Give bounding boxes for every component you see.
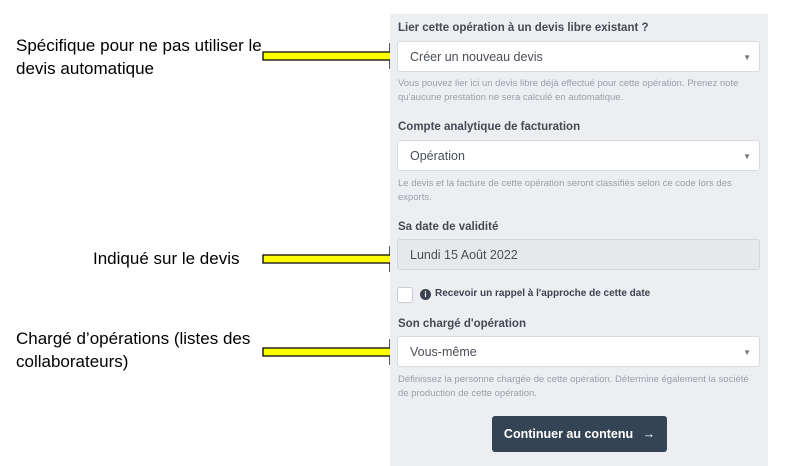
devis-select[interactable]: Créer un nouveau devis ▼ xyxy=(397,41,760,72)
info-icon: i xyxy=(420,289,431,300)
rappel-checkbox[interactable] xyxy=(397,287,413,303)
compte-select-value: Opération xyxy=(410,149,465,163)
devis-help-text: Vous pouvez lier ici un devis libre déjà… xyxy=(398,78,739,103)
chevron-down-icon: ▼ xyxy=(743,152,751,161)
arrow-right-icon: → xyxy=(642,427,656,441)
chevron-down-icon: ▼ xyxy=(743,348,751,357)
annotation-charge-note: Chargé d’opérations (listes des collabor… xyxy=(16,329,251,371)
devis-select-value: Créer un nouveau devis xyxy=(410,50,543,64)
operation-form-panel: Lier cette opération à un devis libre ex… xyxy=(390,14,768,466)
yellow-arrow-icon xyxy=(262,339,410,365)
charge-label: Son chargé d'opération xyxy=(398,318,526,330)
annotation-date-note: Indiqué sur le devis xyxy=(93,249,240,268)
continue-button[interactable]: Continuer au contenu → xyxy=(492,416,667,452)
continue-button-label: Continuer au contenu xyxy=(503,427,634,441)
validite-date-value: Lundi 15 Août 2022 xyxy=(410,248,518,262)
chevron-down-icon: ▼ xyxy=(743,53,751,62)
compte-select[interactable]: Opération ▼ xyxy=(397,140,760,171)
yellow-arrow-icon xyxy=(262,43,410,69)
compte-help-text: Le devis et la facture de cette opératio… xyxy=(398,178,732,203)
validite-label: Sa date de validité xyxy=(398,221,499,233)
rappel-label: Recevoir un rappel à l'approche de cette… xyxy=(435,288,651,299)
validite-date-field: Lundi 15 Août 2022 xyxy=(397,239,760,270)
compte-label: Compte analytique de facturation xyxy=(398,121,581,133)
yellow-arrow-icon xyxy=(262,246,410,272)
charge-select[interactable]: Vous-même ▼ xyxy=(397,336,760,367)
charge-select-value: Vous-même xyxy=(410,345,477,359)
charge-help-text: Définissez la personne chargée de cette … xyxy=(398,374,749,399)
devis-label: Lier cette opération à un devis libre ex… xyxy=(398,22,649,34)
annotation-devis-note: Spécifique pour ne pas utiliser le devis… xyxy=(16,36,262,78)
